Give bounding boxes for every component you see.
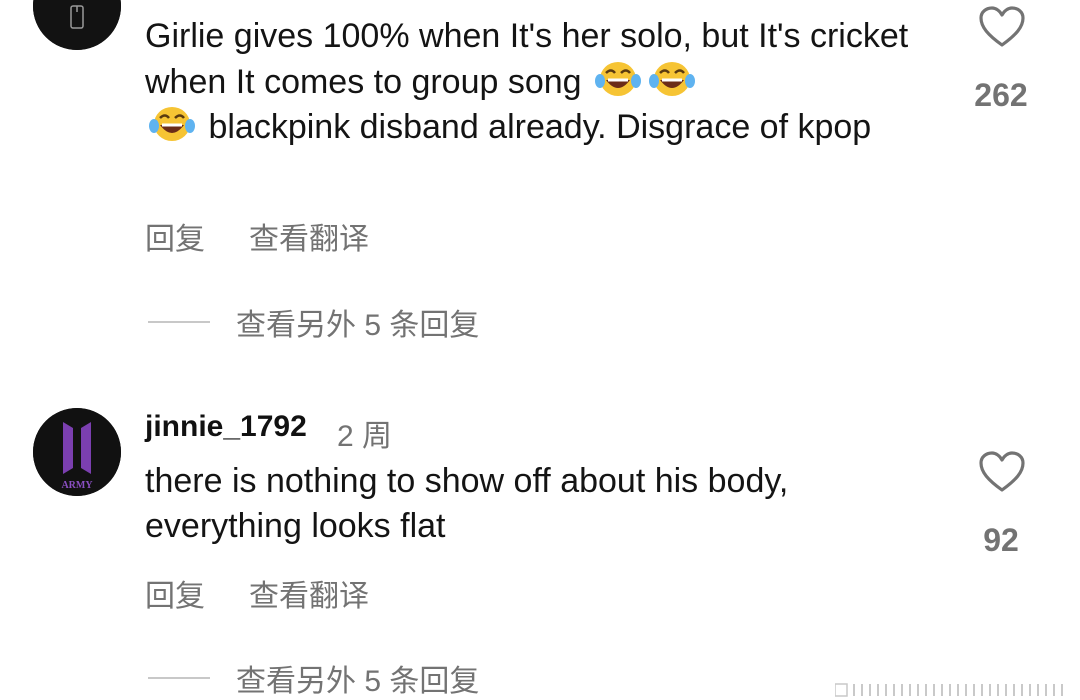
comment-text-part: blackpink disband already. Disgrace of k…: [199, 108, 872, 146]
divider-line: [148, 321, 210, 323]
army-logo-icon: ARMY: [33, 408, 121, 496]
heart-icon[interactable]: [978, 5, 1026, 49]
username[interactable]: jinnie_1792: [145, 410, 307, 444]
like-count: 262: [974, 77, 1028, 113]
face-with-tears-of-joy-icon: [595, 61, 642, 96]
view-more-replies[interactable]: 查看另外 5 条回复: [148, 656, 479, 700]
reply-button[interactable]: 回复: [145, 214, 205, 258]
view-more-replies[interactable]: 查看另外 5 条回复: [148, 300, 479, 344]
divider-line: [148, 677, 210, 679]
view-more-replies-label: 查看另外 5 条回复: [236, 309, 480, 342]
see-translation-button[interactable]: 查看翻译: [249, 571, 369, 615]
like-count: 92: [983, 522, 1019, 558]
comment-actions: 回复 查看翻译: [145, 214, 413, 258]
see-translation-button[interactable]: 查看翻译: [249, 214, 369, 258]
face-with-tears-of-joy-icon: [149, 107, 195, 141]
army-logo-text: ARMY: [61, 480, 93, 491]
view-more-replies-label: 查看另外 5 条回复: [236, 665, 480, 698]
watermark-barcode-icon: [835, 683, 1063, 697]
profile-avatar-icon: [33, 0, 121, 50]
avatar[interactable]: ARMY: [33, 408, 121, 496]
reply-button[interactable]: 回复: [145, 571, 205, 615]
heart-icon[interactable]: [978, 450, 1026, 494]
face-with-tears-of-joy-icon: [649, 61, 696, 96]
comment-actions: 回复 查看翻译: [145, 571, 413, 615]
timestamp: 2 周: [337, 420, 393, 453]
comment-text-part: Girlie gives 100% when It's her solo, bu…: [145, 17, 909, 101]
comment-text: Girlie gives 100% when It's her solo, bu…: [145, 14, 935, 150]
avatar[interactable]: [33, 0, 121, 50]
comment-text: there is nothing to show off about his b…: [145, 462, 789, 545]
